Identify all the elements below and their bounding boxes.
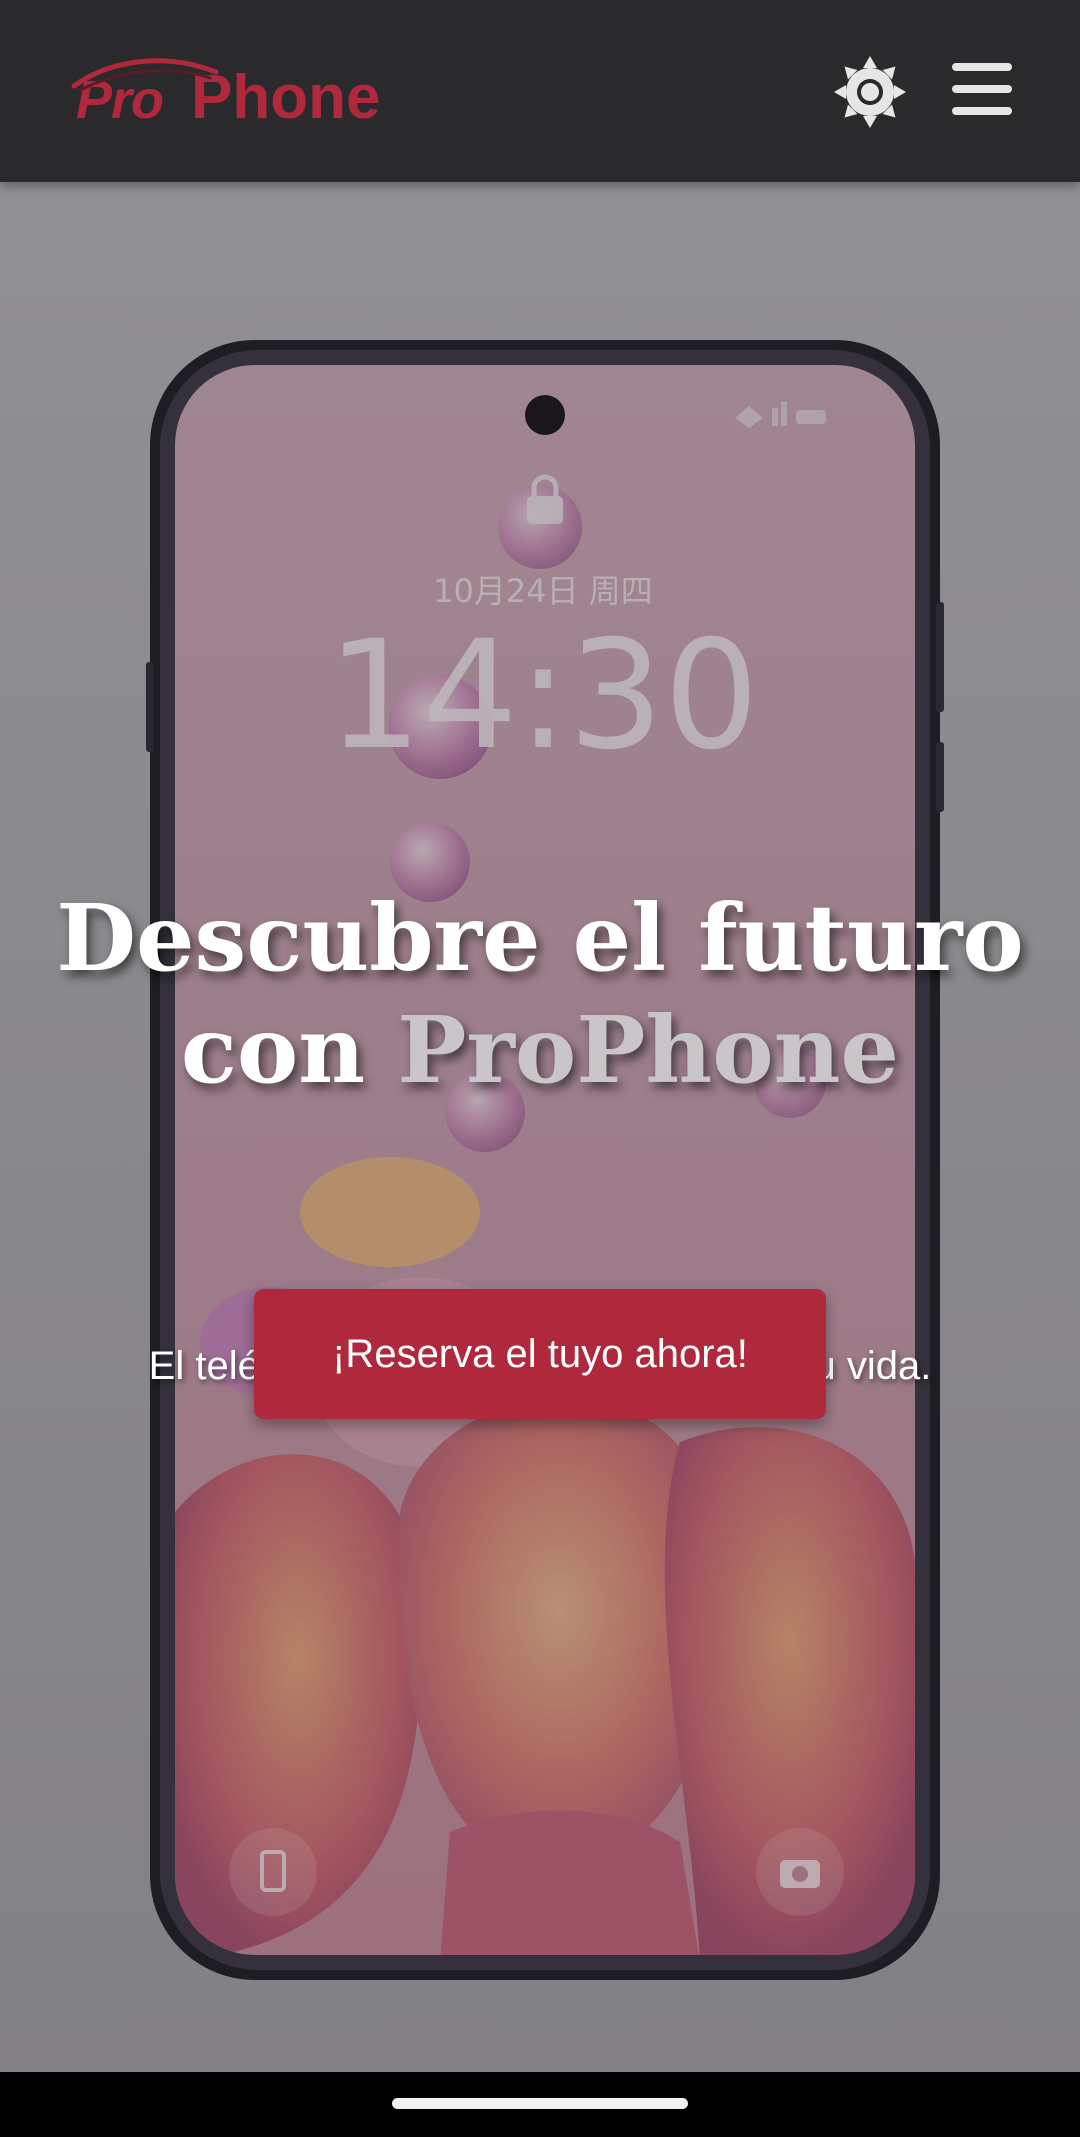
home-indicator[interactable] <box>392 2098 688 2109</box>
sun-icon <box>834 56 906 128</box>
logo[interactable]: Pro Phone <box>71 50 380 130</box>
menu-button[interactable] <box>950 60 1014 118</box>
hero-title-line1: Descubre el futuro <box>56 884 1024 992</box>
hamburger-menu-icon <box>952 63 1012 115</box>
logo-swoosh-icon <box>71 58 219 92</box>
hero-title: Descubre el futuro con ProPhone <box>40 882 1040 1106</box>
system-navigation-bar <box>0 2072 1080 2137</box>
top-header: Pro Phone <box>0 0 1080 182</box>
hero-section: 10月24日 周四 14:30 Descubre el futuro con P… <box>0 182 1080 2072</box>
hero-title-con: con <box>180 996 366 1104</box>
reserve-button[interactable]: ¡Reserva el tuyo ahora! <box>254 1289 826 1419</box>
hero-overlay <box>0 182 1080 2072</box>
theme-toggle-button[interactable] <box>832 54 908 130</box>
hero-title-brand: ProPhone <box>397 996 900 1104</box>
page: Pro Phone 10月24日 周四 14:30 Descubre el fu… <box>0 0 1080 2137</box>
logo-pro-text: Pro <box>71 58 219 130</box>
